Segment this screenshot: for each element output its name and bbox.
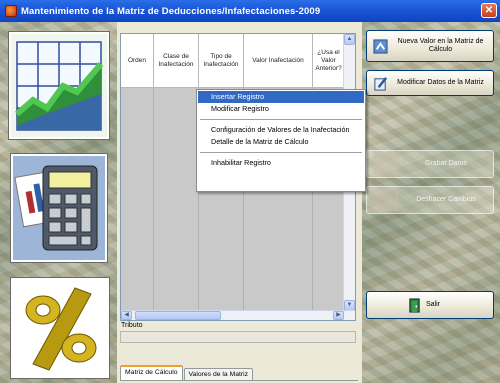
horizontal-scrollbar[interactable]: ◀ ▶ <box>121 310 355 320</box>
chart-icon <box>11 34 107 137</box>
tributo-field[interactable] <box>120 331 356 343</box>
menu-item-inhabilitar-registro[interactable]: Inhabilitar Registro <box>198 157 364 169</box>
menu-item-insertar-registro[interactable]: Insertar Registro <box>198 91 364 103</box>
grabar-datos-button[interactable]: Grabar Datos <box>366 150 494 178</box>
menu-item-modificar-registro[interactable]: Modificar Registro <box>198 103 364 115</box>
tab-strip: Matriz de Cálculo Valores de la Matriz <box>120 365 254 380</box>
salir-button[interactable]: Salir <box>366 291 494 319</box>
nuevo-valor-label: Nueva Valor en la Matriz de Cálculo <box>397 38 484 53</box>
close-button[interactable]: ✕ <box>481 3 497 18</box>
main-content: Orden Clase de Inafectación Tipo de Inaf… <box>117 22 362 383</box>
percent-icon <box>13 280 107 376</box>
column-header-clase[interactable]: Clase de Inafectación <box>154 34 199 87</box>
modificar-datos-button[interactable]: Modificar Datos de la Matriz <box>366 70 494 96</box>
grabar-datos-label: Grabar Datos <box>424 160 468 167</box>
app-icon <box>5 5 17 17</box>
percent-image <box>11 278 109 378</box>
title-bar: Mantenimiento de la Matriz de Deduccione… <box>0 0 500 22</box>
new-record-icon <box>373 38 388 54</box>
deshacer-cambios-label: Deshacer Cambios <box>416 196 476 203</box>
grid-header: Orden Clase de Inafectación Tipo de Inaf… <box>121 34 344 88</box>
menu-separator <box>200 152 362 153</box>
grid-column-empty <box>121 88 154 311</box>
save-icon <box>373 153 399 175</box>
menu-item-detalle-matriz[interactable]: Detalle de la Matriz de Cálculo <box>198 136 364 148</box>
menu-item-configuracion-valores[interactable]: Configuración de Valores de la Inafectac… <box>198 124 364 136</box>
scroll-right-icon[interactable]: ▶ <box>333 311 344 320</box>
left-decorative-panel <box>0 22 117 383</box>
horizontal-scroll-thumb[interactable] <box>135 311 221 320</box>
undo-icon <box>373 189 399 211</box>
tab-matriz-calculo[interactable]: Matriz de Cálculo <box>120 365 183 380</box>
window-title: Mantenimiento de la Matriz de Deduccione… <box>21 5 321 17</box>
deshacer-cambios-button[interactable]: Deshacer Cambios <box>366 186 494 214</box>
grid-column-empty <box>154 88 199 311</box>
tab-divider <box>120 380 358 381</box>
tributo-label: Tributo <box>121 322 143 329</box>
calculator-image <box>11 154 107 262</box>
context-menu: Insertar Registro Modificar Registro Con… <box>196 89 366 192</box>
column-header-tipo[interactable]: Tipo de Inafectación <box>199 34 244 87</box>
modificar-datos-label: Modificar Datos de la Matriz <box>397 79 484 86</box>
nuevo-valor-button[interactable]: Nueva Valor en la Matriz de Cálculo <box>366 30 494 62</box>
scroll-left-icon[interactable]: ◀ <box>121 311 132 320</box>
scroll-up-icon[interactable]: ▲ <box>344 34 355 45</box>
exit-door-icon <box>409 297 420 313</box>
salir-label: Salir <box>426 301 441 308</box>
column-header-valor[interactable]: Valor Inafectación <box>244 34 313 87</box>
chart-image <box>9 32 109 139</box>
tab-valores-matriz[interactable]: Valores de la Matriz <box>183 368 254 380</box>
column-header-orden[interactable]: Orden <box>121 34 154 87</box>
edit-icon <box>374 76 388 91</box>
calculator-icon <box>13 156 105 260</box>
column-header-usa-valor[interactable]: ¿Usa el Valor Anterior? <box>313 34 344 87</box>
menu-separator <box>200 119 362 120</box>
